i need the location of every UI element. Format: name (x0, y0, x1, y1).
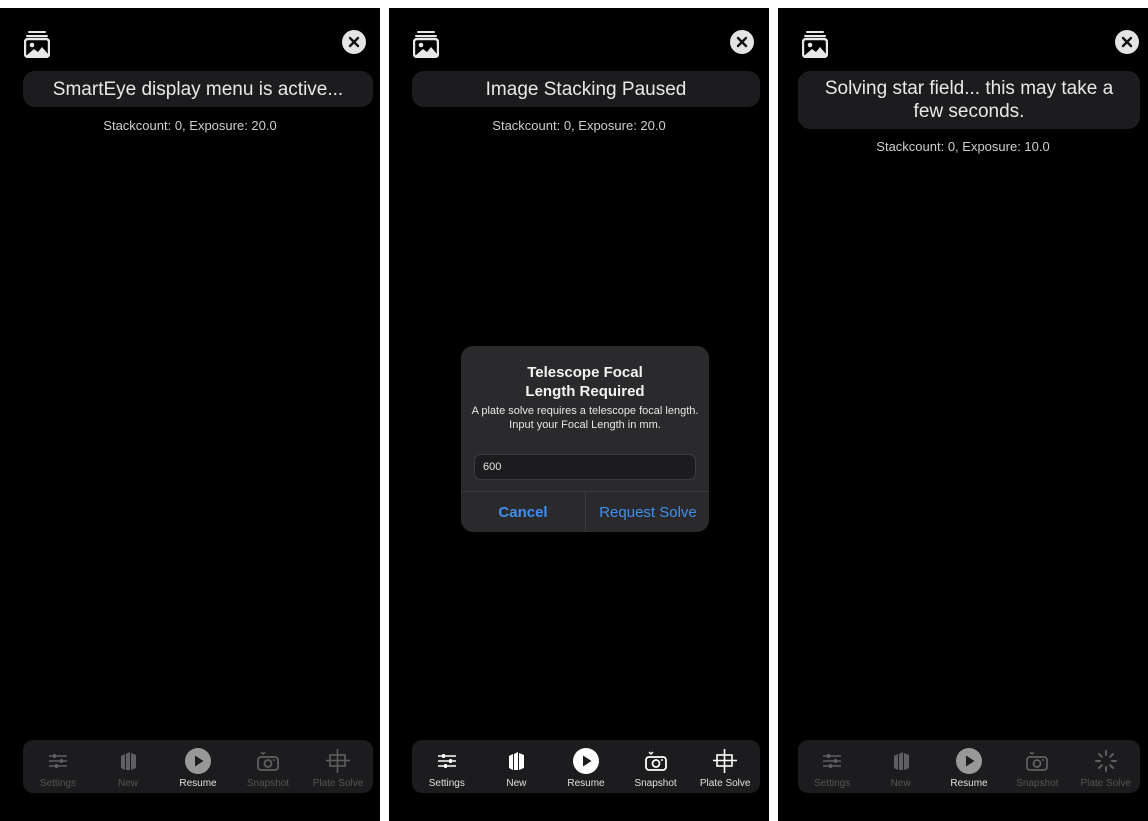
close-button[interactable] (730, 30, 754, 54)
new-label: New (117, 777, 138, 789)
crosshair-icon (713, 748, 738, 773)
gallery-icon (24, 31, 50, 58)
new-label: New (890, 777, 911, 789)
gallery-button[interactable] (413, 30, 439, 58)
focal-length-input[interactable] (474, 454, 696, 480)
stack-new-icon (509, 751, 525, 770)
play-icon (572, 747, 599, 774)
settings-label: Settings (428, 777, 465, 789)
camera-icon (1026, 751, 1049, 771)
snapshot-label: Snapshot (246, 777, 290, 789)
request-solve-button[interactable]: Request Solve (586, 492, 709, 532)
status-banner: Solving star field... this may take a fe… (798, 71, 1140, 129)
settings-button[interactable]: Settings (415, 745, 479, 789)
stack-info: Stackcount: 0, Exposure: 20.0 (492, 118, 666, 133)
sliders-icon (823, 753, 842, 768)
close-button[interactable] (1115, 30, 1139, 54)
settings-label: Settings (814, 777, 851, 789)
settings-button[interactable]: Settings (800, 745, 864, 789)
new-button[interactable]: New (484, 745, 548, 789)
gallery-button[interactable] (24, 30, 50, 58)
settings-label: Settings (39, 777, 77, 789)
camera-icon (257, 751, 279, 771)
bottom-toolbar: Settings New Resume Snapshot Plate Solve (23, 740, 373, 793)
resume-label: Resume (567, 777, 605, 789)
screen-stacking-paused: Image Stacking Paused Stackcount: 0, Exp… (389, 8, 769, 821)
sliders-icon (49, 753, 67, 768)
snapshot-label: Snapshot (634, 777, 677, 789)
new-button[interactable]: New (869, 745, 933, 789)
play-icon (955, 747, 982, 774)
crosshair-icon (326, 748, 350, 773)
plate-solve-button[interactable]: Plate Solve (306, 745, 370, 789)
status-banner: Image Stacking Paused (412, 71, 760, 107)
dialog-title: Telescope Focal Length Required (525, 364, 645, 400)
new-button[interactable]: New (96, 745, 160, 789)
new-label: New (506, 777, 527, 789)
spinner-icon (1094, 749, 1117, 772)
status-banner: SmartEye display menu is active... (23, 71, 373, 107)
screen-solving: Solving star field... this may take a fe… (778, 8, 1148, 821)
close-icon (1121, 36, 1133, 48)
gallery-icon (802, 31, 828, 58)
resume-label: Resume (179, 777, 217, 789)
snapshot-button[interactable]: Snapshot (1005, 745, 1069, 789)
settings-button[interactable]: Settings (26, 745, 90, 789)
stack-info: Stackcount: 0, Exposure: 10.0 (876, 139, 1050, 154)
plate-solve-label: Plate Solve (1080, 777, 1132, 789)
snapshot-button[interactable]: Snapshot (236, 745, 300, 789)
gallery-button[interactable] (802, 30, 828, 58)
sliders-icon (437, 753, 456, 768)
plate-solve-label: Plate Solve (699, 777, 751, 789)
close-icon (736, 36, 748, 48)
plate-solve-label: Plate Solve (312, 777, 364, 789)
snapshot-button[interactable]: Snapshot (624, 745, 688, 789)
plate-solve-button[interactable]: Plate Solve (1074, 745, 1138, 789)
camera-icon (644, 751, 667, 771)
stack-new-icon (893, 751, 909, 770)
resume-button[interactable]: Resume (554, 745, 618, 789)
resume-button[interactable]: Resume (166, 745, 230, 789)
cancel-button[interactable]: Cancel (461, 492, 585, 532)
resume-label: Resume (950, 777, 988, 789)
plate-solve-button[interactable]: Plate Solve (693, 745, 757, 789)
close-button[interactable] (342, 30, 366, 54)
bottom-toolbar: Settings New Resume Snapshot Plate Solve (412, 740, 760, 793)
snapshot-label: Snapshot (1016, 777, 1059, 789)
close-icon (348, 36, 360, 48)
bottom-toolbar: Settings New Resume Snapshot Plate Solve (798, 740, 1140, 793)
screen-smarteye-menu: SmartEye display menu is active... Stack… (0, 8, 380, 821)
dialog-message: A plate solve requires a telescope focal… (471, 405, 699, 431)
resume-button[interactable]: Resume (937, 745, 1001, 789)
focal-length-dialog: Telescope Focal Length Required A plate … (461, 346, 709, 532)
play-icon (185, 747, 211, 774)
stack-info: Stackcount: 0, Exposure: 20.0 (103, 118, 277, 133)
stack-new-icon (121, 751, 136, 770)
gallery-icon (413, 31, 439, 58)
